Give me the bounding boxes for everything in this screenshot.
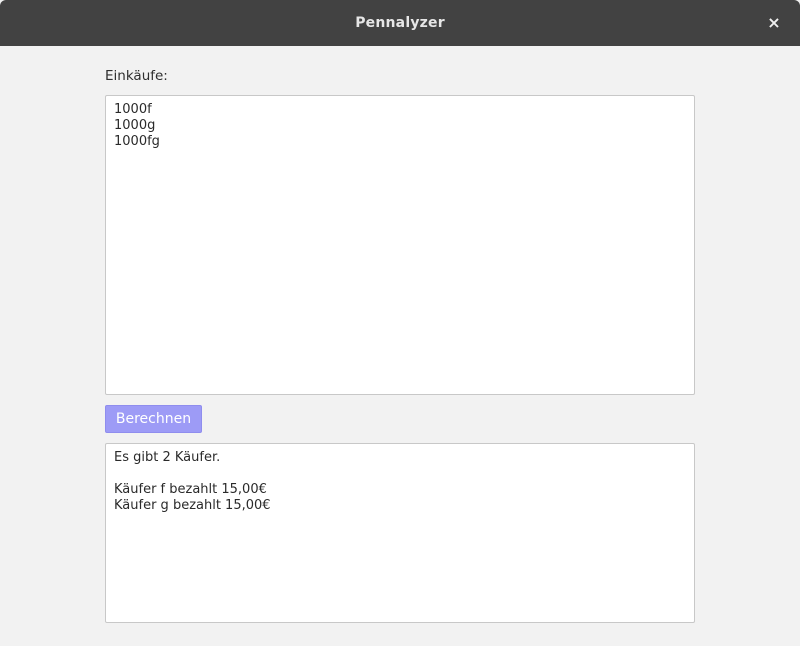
window-titlebar: Pennalyzer × [0,0,800,46]
window-title: Pennalyzer [355,15,445,31]
compute-button[interactable]: Berechnen [105,405,202,433]
purchases-label: Einkäufe: [105,68,168,84]
purchases-input[interactable]: 1000f 1000g 1000fg [105,95,695,395]
result-output[interactable]: Es gibt 2 Käufer. Käufer f bezahlt 15,00… [105,443,695,623]
close-icon[interactable]: × [764,13,784,33]
